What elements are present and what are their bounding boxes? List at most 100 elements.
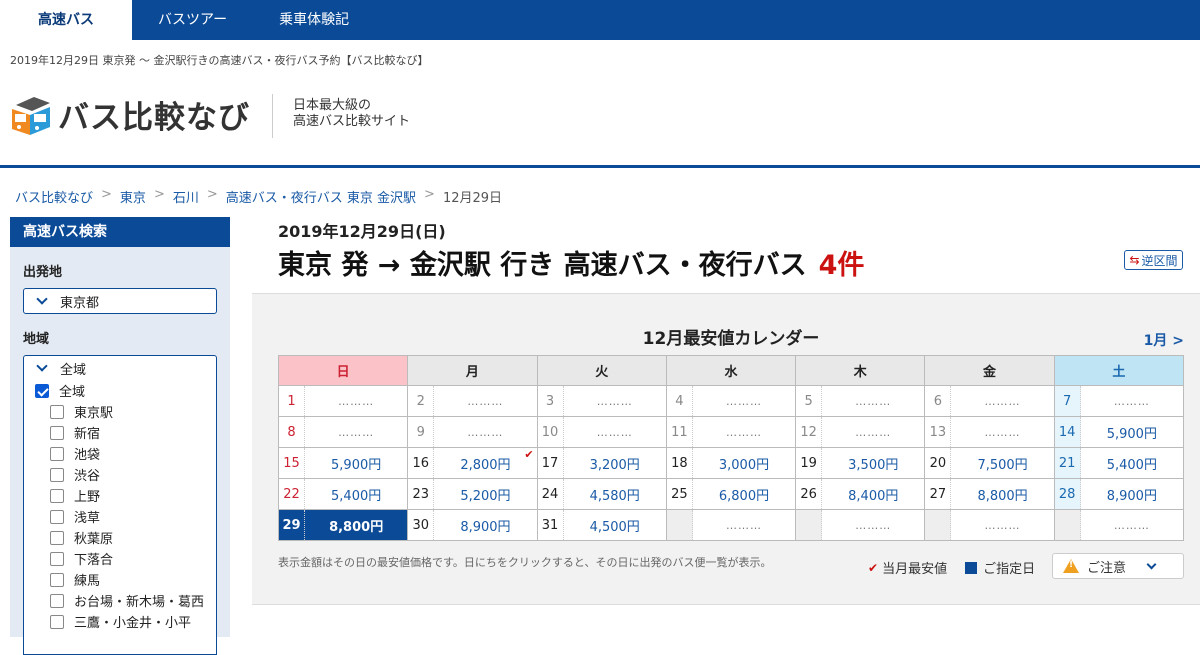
day-number: 12: [796, 417, 823, 447]
area-checkbox[interactable]: [50, 404, 64, 419]
bus-logo-icon: [12, 96, 50, 135]
calendar-day-cell: 9 ………: [407, 416, 538, 448]
calendar-day-cell[interactable]: 27 8,800円: [924, 478, 1055, 510]
search-sidebar: 高速バス検索 出発地 東京都 地域 全域 全域 東京駅 新宿 池袋 渋谷 上野 浅草 秋葉原下…: [10, 217, 230, 655]
day-number: [666, 510, 693, 540]
area-checkbox[interactable]: [50, 467, 64, 482]
day-price: 5,900円: [1106, 426, 1157, 442]
calendar-day: 27 8,800円: [925, 479, 1053, 509]
calendar-day: 1 ………: [279, 386, 407, 416]
area-option[interactable]: 池袋: [24, 443, 216, 464]
calendar-day-cell: 6 ………: [924, 385, 1055, 417]
area-option[interactable]: 練馬: [24, 569, 216, 590]
breadcrumb-route[interactable]: 高速バス・夜行バス 東京 金沢駅: [226, 187, 416, 206]
day-price: 2,800円: [460, 457, 511, 473]
breadcrumb-tokyo[interactable]: 東京: [120, 187, 146, 206]
calendar-day-cell[interactable]: 25 6,800円: [665, 478, 797, 510]
selected-date: 2019年12月29日(日): [278, 222, 446, 241]
region-select-value: 全域: [60, 362, 87, 378]
calendar-day-cell[interactable]: 14 5,900円: [1053, 416, 1185, 448]
day-price: 5,400円: [331, 488, 382, 504]
calendar-day-cell[interactable]: 21 5,400円: [1053, 447, 1185, 479]
region-select[interactable]: 全域: [24, 356, 216, 380]
tab-highway-bus[interactable]: 高速バス: [0, 0, 132, 40]
weekday-header: 金: [924, 355, 1055, 386]
calendar-day: 22 5,400円: [279, 479, 407, 509]
calendar-day: 30 8,900円: [408, 510, 536, 540]
calendar-day: 31 4,500円: [538, 510, 666, 540]
calendar-day: 17 3,200円: [538, 448, 666, 478]
calendar-note: 表示金額はその日の最安値価格です。日にちをクリックすると、その日に出発のバス便一…: [278, 556, 772, 569]
next-month-link[interactable]: 1月 >: [1144, 330, 1184, 350]
area-option[interactable]: 三鷹・小金井・小平: [24, 611, 216, 632]
top-nav: 高速バス バスツアー 乗車体験記: [0, 0, 1200, 40]
calendar-day-cell[interactable]: 15 5,900円: [277, 447, 409, 479]
calendar-day-cell[interactable]: 30 8,900円: [407, 509, 538, 541]
area-checkbox[interactable]: [50, 425, 64, 440]
calendar-day: 20 7,500円: [925, 448, 1053, 478]
day-price: 4,500円: [589, 519, 640, 535]
area-option[interactable]: お台場・新木場・葛西: [24, 590, 216, 611]
checkmark-icon: ✔: [868, 560, 879, 575]
area-option[interactable]: 全域: [24, 380, 216, 401]
area-checkbox[interactable]: [50, 614, 64, 629]
breadcrumb-ishikawa[interactable]: 石川: [173, 187, 199, 206]
area-option[interactable]: 東京駅: [24, 401, 216, 422]
day-number: 14: [1054, 417, 1081, 447]
calendar-day-cell[interactable]: 23 5,200円: [407, 478, 538, 510]
area-checkbox[interactable]: [50, 572, 64, 587]
tab-bus-tour[interactable]: バスツアー: [132, 0, 253, 40]
calendar-day-cell[interactable]: 18 3,000円: [665, 447, 797, 479]
area-checkbox[interactable]: [50, 551, 64, 566]
day-price: ………: [596, 394, 633, 408]
calendar-day-cell: 10 ………: [536, 416, 667, 448]
calendar-day-cell[interactable]: 26 8,400円: [795, 478, 926, 510]
area-checkbox[interactable]: [50, 509, 64, 524]
calendar-day-cell[interactable]: 19 3,500円: [795, 447, 926, 479]
area-checkbox[interactable]: [50, 488, 64, 503]
day-price: ………: [1113, 394, 1150, 408]
area-option[interactable]: 秋葉原: [24, 527, 216, 548]
sidebar-title: 高速バス検索: [10, 217, 230, 247]
area-option[interactable]: 浅草: [24, 506, 216, 527]
calendar-day-cell[interactable]: 24 4,580円: [536, 478, 667, 510]
calendar-day-cell[interactable]: 22 5,400円: [277, 478, 409, 510]
area-option[interactable]: 上野: [24, 485, 216, 506]
area-option[interactable]: 下落合: [24, 548, 216, 569]
weekday-header: 月: [407, 355, 538, 386]
day-number: 15: [279, 448, 305, 478]
calendar-day-cell[interactable]: 29 8,800円: [277, 509, 409, 541]
tab-ride-report[interactable]: 乗車体験記: [253, 0, 375, 40]
logo[interactable]: バス比較なび: [10, 92, 250, 137]
area-list[interactable]: 全域 全域 東京駅 新宿 池袋 渋谷 上野 浅草 秋葉原 下落合 練馬 お台場・新木場・葛西 三鷹・小…: [23, 355, 217, 655]
breadcrumb-home[interactable]: バス比較なび: [15, 187, 93, 206]
calendar-day: 25 6,800円: [667, 479, 795, 509]
day-number: 4: [667, 386, 693, 416]
calendar-day: 7 ………: [1054, 386, 1183, 416]
area-label: 池袋: [74, 448, 101, 463]
calendar-day-cell[interactable]: 16 2,800円 ✔: [407, 447, 538, 479]
area-option[interactable]: 渋谷: [24, 464, 216, 485]
calendar-day-cell[interactable]: 28 8,900円: [1053, 478, 1185, 510]
area-checkbox[interactable]: [50, 530, 64, 545]
calendar-day-cell[interactable]: 31 4,500円: [536, 509, 667, 541]
region-label: 地域: [23, 332, 50, 347]
day-price: 5,200円: [460, 488, 511, 504]
calendar-day-cell: 5 ………: [795, 385, 926, 417]
area-option[interactable]: 新宿: [24, 422, 216, 443]
departure-select[interactable]: 東京都: [23, 288, 217, 314]
calendar-day-cell[interactable]: 20 7,500円: [924, 447, 1055, 479]
day-number: [1054, 510, 1081, 540]
area-checkbox[interactable]: [50, 593, 64, 608]
area-checkbox[interactable]: [50, 446, 64, 461]
page-title: 東京 発 → 金沢駅 行き 高速バス・夜行バス 4件: [278, 243, 864, 282]
area-label: 下落合: [74, 553, 114, 568]
area-checkbox[interactable]: [35, 383, 49, 398]
breadcrumb-current: 12月29日: [442, 191, 503, 206]
reverse-route-button[interactable]: ⇆ 逆区間: [1124, 250, 1183, 270]
day-price: 8,800円: [977, 488, 1028, 504]
area-label: 上野: [74, 490, 101, 505]
area-label: 三鷹・小金井・小平: [74, 616, 192, 631]
caution-dropdown[interactable]: ご注意: [1052, 553, 1184, 579]
calendar-day-cell[interactable]: 17 3,200円: [536, 447, 667, 479]
